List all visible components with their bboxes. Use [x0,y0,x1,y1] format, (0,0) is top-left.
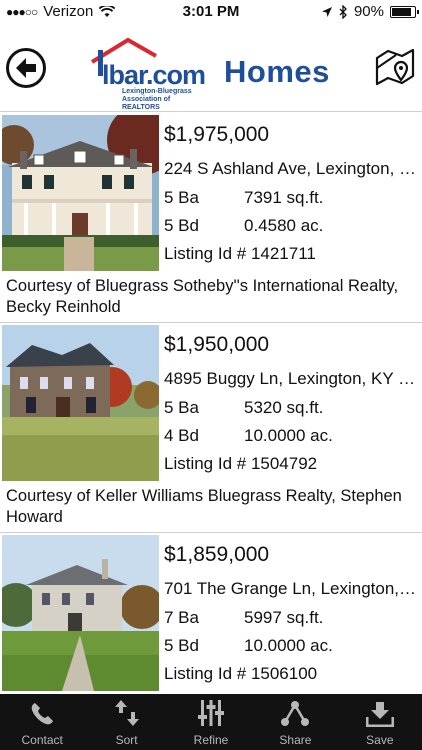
lbar-logo[interactable]: lbar.com Lexington-Bluegrass Association… [88,36,208,111]
listing-beds: 4 Bd [164,426,199,445]
sliders-icon [198,700,225,726]
house-photo-2 [2,325,159,481]
arrow-left-icon [16,58,36,78]
battery-percent: 90% [353,3,384,20]
battery-icon [390,5,419,18]
listing-sqft: 7391 sq.ft. [244,188,324,207]
beds-acres-row: 5 Bd 10.0000 ac. [164,636,333,656]
listing-item[interactable]: $1,859,000 701 The Grange Ln, Lexington,… [0,533,422,703]
listing-baths: 5 Ba [164,398,199,417]
baths-sqft-row: 5 Ba 5320 sq.ft. [164,398,323,418]
listing-address: 224 S Ashland Ave, Lexington, KY [164,159,418,178]
tab-sort[interactable]: Sort [84,694,168,750]
logo-subtitle: Lexington-Bluegrass Association of REALT… [122,88,192,111]
listing-address: 701 The Grange Ln, Lexington, KY [164,579,418,598]
sort-arrows-icon [114,700,139,726]
listing-address: 4895 Buggy Ln, Lexington, KY 40509 [164,369,418,388]
baths-sqft-row: 5 Ba 7391 sq.ft. [164,188,323,208]
page-title: Homes [224,54,330,89]
nav-header: lbar.com Lexington-Bluegrass Association… [0,24,422,112]
listing-courtesy: Courtesy of Keller Williams Bluegrass Re… [6,487,402,526]
baths-sqft-row: 7 Ba 5997 sq.ft. [164,608,323,628]
map-pin-icon [375,48,415,86]
logo-brand-text: lbar.com [102,60,206,90]
tab-refine[interactable]: Refine [169,694,253,750]
listing-beds: 5 Bd [164,216,199,235]
listing-courtesy: Courtesy of Bluegrass Sotheby''s Interna… [6,277,399,316]
listing-acres: 10.0000 ac. [244,636,333,655]
location-arrow-icon [321,6,332,17]
listing-id: Listing Id # 1421711 [164,244,316,263]
beds-acres-row: 5 Bd 0.4580 ac. [164,216,323,236]
house-photo-1 [2,115,159,271]
listing-photo[interactable] [2,115,159,271]
listing-id: Listing Id # 1506100 [164,664,318,683]
tab-contact[interactable]: Contact [0,694,84,750]
bluetooth-icon [339,4,347,19]
listing-item[interactable]: $1,950,000 4895 Buggy Ln, Lexington, KY … [0,323,422,533]
listing-photo[interactable] [2,325,159,481]
listing-sqft: 5997 sq.ft. [244,608,324,627]
listing-id: Listing Id # 1504792 [164,454,318,473]
listing-acres: 0.4580 ac. [244,216,324,235]
listing-baths: 7 Ba [164,608,199,627]
bottom-toolbar: Contact Sort Refine Share Save [0,694,422,750]
listing-price: $1,950,000 [164,333,270,356]
listing-photo[interactable] [2,535,159,691]
phone-icon [31,703,54,725]
house-photo-3 [2,535,159,691]
listing-acres: 10.0000 ac. [244,426,333,445]
share-icon [281,701,310,726]
tab-save[interactable]: Save [338,694,422,750]
listing-item[interactable]: $1,975,000 224 S Ashland Ave, Lexington,… [0,113,422,323]
beds-acres-row: 4 Bd 10.0000 ac. [164,426,333,446]
back-button[interactable] [6,48,46,88]
listing-beds: 5 Bd [164,636,199,655]
status-bar: ●●●○○ Verizon 3:01 PM 90% [0,0,422,24]
listing-price: $1,975,000 [164,123,270,146]
listing-list: $1,975,000 224 S Ashland Ave, Lexington,… [0,113,422,703]
tab-share[interactable]: Share [253,694,337,750]
download-icon [365,702,394,727]
listing-baths: 5 Ba [164,188,199,207]
map-view-button[interactable] [374,46,416,88]
listing-sqft: 5320 sq.ft. [244,398,324,417]
listing-price: $1,859,000 [164,543,270,566]
